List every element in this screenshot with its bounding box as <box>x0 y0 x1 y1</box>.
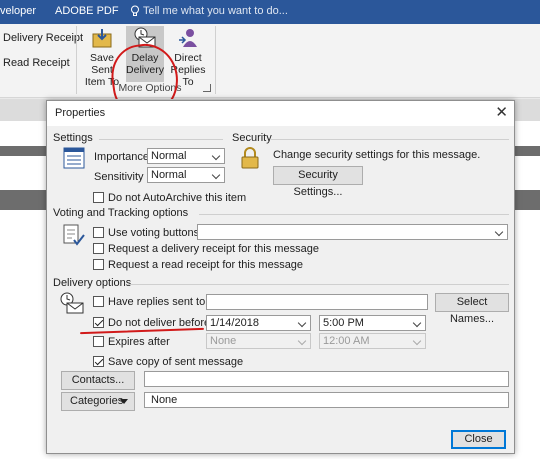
divider <box>99 139 223 140</box>
save-copy-label: Save copy of sent message <box>108 356 244 368</box>
save-copy-checkbox[interactable] <box>93 356 104 367</box>
security-description: Change security settings for this messag… <box>273 149 481 161</box>
dialog-title-bar: Properties ✕ <box>47 101 514 126</box>
delivery-receipt-label: Request a delivery receipt for this mess… <box>108 243 319 255</box>
categories-field[interactable]: None <box>144 392 509 408</box>
chevron-down-icon <box>296 316 310 330</box>
contacts-button[interactable]: Contacts... <box>61 371 135 390</box>
chevron-down-icon <box>493 225 507 239</box>
chevron-down-icon <box>210 168 224 182</box>
categories-label: Categories <box>70 395 124 407</box>
voting-heading: Voting and Tracking options <box>53 207 189 219</box>
deliver-date-picker[interactable]: 1/14/2018 <box>206 315 311 331</box>
do-not-deliver-checkbox[interactable] <box>93 317 104 328</box>
properties-dialog: Properties ✕ Settings Importance Normal … <box>46 100 515 454</box>
chevron-down-icon <box>210 149 224 163</box>
have-replies-checkbox[interactable] <box>93 296 104 307</box>
select-names-button[interactable]: Select Names... <box>435 293 509 325</box>
ribbon-divider <box>215 26 216 94</box>
use-voting-checkbox[interactable] <box>93 227 104 238</box>
deliver-date-value: 1/14/2018 <box>210 317 259 329</box>
security-heading: Security <box>232 132 272 144</box>
voting-icon <box>62 223 86 250</box>
contacts-field[interactable] <box>144 371 509 387</box>
close-icon[interactable]: ✕ <box>495 104 508 122</box>
deliver-time-value: 5:00 PM <box>323 317 364 329</box>
lightbulb-icon <box>130 5 140 20</box>
lock-icon <box>240 147 260 172</box>
tab-adobe-pdf[interactable]: ADOBE PDF <box>55 5 119 17</box>
importance-value: Normal <box>151 150 187 162</box>
chevron-down-icon <box>411 316 425 330</box>
sensitivity-value: Normal <box>151 169 187 181</box>
importance-label: Importance <box>94 151 150 163</box>
expires-time-value: 12:00 AM <box>323 335 370 347</box>
settings-heading: Settings <box>53 132 93 144</box>
importance-select[interactable]: Normal <box>147 148 225 164</box>
expires-time-picker[interactable]: 12:00 AM <box>319 333 426 349</box>
use-voting-label: Use voting buttons <box>108 227 200 239</box>
have-replies-label: Have replies sent to <box>108 296 206 308</box>
read-receipt-checkbox[interactable] <box>93 259 104 270</box>
close-button[interactable]: Close <box>451 430 506 449</box>
ribbon-divider <box>76 26 77 94</box>
expires-date-value: None <box>210 335 237 347</box>
tell-me-search[interactable]: Tell me what you want to do... <box>143 5 288 17</box>
dialog-launcher-icon[interactable] <box>203 84 211 92</box>
divider <box>127 284 509 285</box>
delivery-receipt-checkbox[interactable] <box>93 243 104 254</box>
expires-date-picker[interactable]: None <box>206 333 311 349</box>
sensitivity-label: Sensitivity <box>94 171 144 183</box>
replies-to-field[interactable] <box>206 294 428 310</box>
caret-down-icon <box>120 399 128 404</box>
divider <box>199 214 509 215</box>
read-receipt-label: Request a read receipt for this message <box>108 259 304 271</box>
background-block <box>512 146 540 156</box>
read-receipt-option[interactable]: Read Receipt <box>0 57 83 82</box>
expires-after-checkbox[interactable] <box>93 336 104 347</box>
ribbon: Delivery Receipt Read Receipt Save Sent … <box>0 24 540 121</box>
expires-after-label: Expires after <box>108 336 170 348</box>
chevron-down-icon <box>411 334 425 348</box>
categories-button[interactable]: Categories <box>61 392 135 411</box>
direct-replies-icon <box>176 26 200 50</box>
voting-buttons-select[interactable] <box>197 224 508 240</box>
deliver-time-picker[interactable]: 5:00 PM <box>319 315 426 331</box>
chevron-down-icon <box>296 334 310 348</box>
tab-developer[interactable]: veloper <box>0 5 36 17</box>
sensitivity-select[interactable]: Normal <box>147 167 225 183</box>
title-bar: veloper ADOBE PDF Tell me what you want … <box>0 0 540 24</box>
dialog-title: Properties <box>55 107 106 119</box>
save-sent-item-icon <box>90 26 114 50</box>
categories-value: None <box>151 394 178 406</box>
settings-icon <box>63 147 85 172</box>
divider <box>271 139 509 140</box>
background-block <box>512 190 540 210</box>
delivery-clock-icon <box>59 291 85 318</box>
delivery-heading: Delivery options <box>53 277 132 289</box>
delivery-receipt-option[interactable]: Delivery Receipt <box>0 32 83 57</box>
security-settings-button[interactable]: Security Settings... <box>273 166 363 198</box>
no-autoarchive-checkbox[interactable] <box>93 192 104 203</box>
tracking-group: Delivery Receipt Read Receipt <box>0 32 83 82</box>
no-autoarchive-label: Do not AutoArchive this item <box>108 192 247 204</box>
